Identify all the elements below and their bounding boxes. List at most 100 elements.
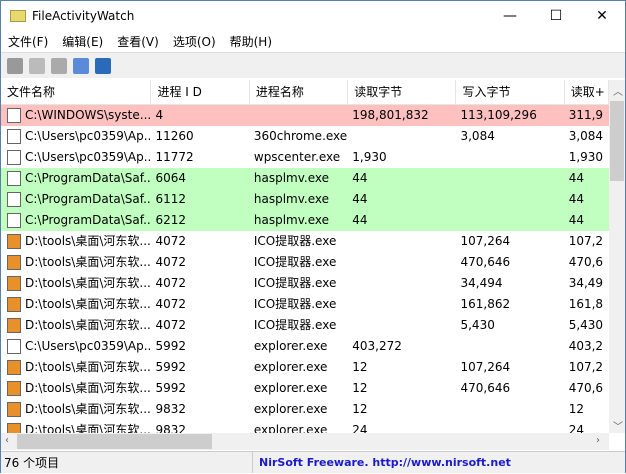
cell-read (348, 231, 456, 252)
table-row[interactable]: D:\tools\桌面\河东软... 4072 ICO提取器.exe 5,430 5,4… (1, 315, 609, 336)
cell-read (348, 315, 456, 336)
scroll-right-icon[interactable]: › (596, 435, 600, 446)
col-pid[interactable]: 进程 I D (151, 80, 250, 104)
table-row[interactable]: D:\tools\桌面\河东软... 4072 ICO提取器.exe 34,494 34… (1, 273, 609, 294)
cell-filename: D:\tools\桌面\河东软... (1, 315, 151, 336)
horizontal-scrollbar[interactable]: ‹ › (1, 433, 609, 450)
scroll-down-icon[interactable]: ﹀ (613, 418, 623, 433)
cell-process-text: ICO提取器.exe (253, 318, 337, 332)
cell-total: 107,2 (565, 357, 609, 378)
col-total[interactable]: 读取+ (565, 80, 609, 104)
properties-icon[interactable] (51, 57, 67, 74)
cell-filename: D:\tools\桌面\河东软... (1, 252, 151, 273)
menu-file[interactable]: 文件(F) (1, 33, 55, 50)
cell-total-text: 107,2 (568, 234, 604, 248)
cell-write-text: 34,494 (460, 276, 503, 290)
save-icon[interactable] (7, 57, 23, 74)
table-row[interactable]: D:\tools\桌面\河东软... 4072 ICO提取器.exe 470,646 4… (1, 252, 609, 273)
cell-write-text: 3,084 (460, 129, 495, 143)
cell-pid: 5992 (151, 378, 249, 399)
file-icon (7, 360, 21, 375)
close-button[interactable]: ✕ (579, 1, 625, 31)
col-read[interactable]: 读取字节 (348, 80, 457, 104)
cell-total-text: 44 (568, 213, 584, 227)
cell-total: 34,49 (565, 273, 609, 294)
table-row[interactable]: C:\ProgramData\Saf... 6064 hasplmv.exe 44 44 (1, 168, 609, 189)
table-row[interactable]: D:\tools\桌面\河东软... 9832 explorer.exe 12 12 (1, 399, 609, 420)
file-icon (7, 234, 21, 249)
table-row[interactable]: C:\Users\pc0359\Ap... 11772 wpscenter.exe 1… (1, 147, 609, 168)
menu-view[interactable]: 查看(V) (110, 33, 166, 50)
nirsoft-link[interactable]: NirSoft Freeware. http://www.nirsoft.net (253, 452, 511, 473)
cell-pid-text: 6112 (155, 192, 187, 206)
cell-filename-text: C:\ProgramData\Saf... (25, 192, 152, 206)
menu-options[interactable]: 选项(O) (166, 33, 223, 50)
cell-total: 44 (565, 210, 609, 231)
cell-filename-text: C:\ProgramData\Saf... (25, 213, 152, 227)
col-write[interactable]: 写入字节 (456, 80, 565, 104)
cell-total-text: 5,430 (568, 318, 604, 332)
file-icon (7, 339, 21, 354)
menu-edit[interactable]: 编辑(E) (55, 33, 110, 50)
minimize-button[interactable]: — (487, 1, 533, 31)
vertical-scrollbar[interactable]: ︿ ﹀ (609, 80, 625, 433)
cell-read: 44 (348, 168, 456, 189)
cell-write: 107,264 (456, 357, 564, 378)
col-process[interactable]: 进程名称 (250, 80, 349, 104)
scroll-left-icon[interactable]: ‹ (5, 435, 9, 446)
file-icon (7, 402, 21, 417)
cell-filename-text: C:\ProgramData\Saf... (25, 171, 152, 185)
cell-total: 44 (565, 168, 609, 189)
table-row[interactable]: C:\ProgramData\Saf... 6212 hasplmv.exe 44 44 (1, 210, 609, 231)
horizontal-scroll-thumb[interactable] (17, 434, 212, 449)
cell-process-text: hasplmv.exe (253, 213, 329, 227)
cell-filename: C:\ProgramData\Saf... (1, 189, 151, 210)
col-filename[interactable]: 文件名称 (1, 80, 152, 104)
cell-pid-text: 5992 (155, 339, 187, 353)
cell-total: 24 (565, 420, 609, 433)
cell-total-text: 3,084 (568, 129, 604, 143)
table-row[interactable]: C:\Users\pc0359\Ap... 11260 360chrome.exe 3… (1, 126, 609, 147)
cell-total: 12 (565, 399, 609, 420)
table-row[interactable]: C:\Users\pc0359\Ap... 5992 explorer.exe 403… (1, 336, 609, 357)
vertical-scroll-thumb[interactable] (610, 101, 624, 181)
cell-process-text: ICO提取器.exe (253, 255, 337, 269)
cell-write (456, 336, 564, 357)
exit-icon[interactable] (95, 57, 111, 74)
cell-read-text: 12 (352, 402, 368, 416)
file-icon (7, 129, 21, 144)
cell-read: 12 (348, 399, 456, 420)
table-row[interactable]: D:\tools\桌面\河东软... 5992 explorer.exe 12 107,… (1, 357, 609, 378)
cell-write: 5,430 (456, 315, 564, 336)
table-row[interactable]: D:\tools\桌面\河东软... 4072 ICO提取器.exe 107,264 1… (1, 231, 609, 252)
table-row[interactable]: D:\tools\桌面\河东软... 5992 explorer.exe 12 470,… (1, 378, 609, 399)
cell-write-text: 113,109,296 (460, 108, 537, 122)
table-row[interactable]: D:\tools\桌面\河东软... 9832 explorer.exe 24 24 (1, 420, 609, 433)
cell-read-text: 403,272 (352, 339, 402, 353)
cell-process: explorer.exe (250, 399, 348, 420)
maximize-button[interactable]: ☐ (533, 1, 579, 31)
cell-read-text: 12 (352, 381, 368, 395)
cell-total: 44 (565, 189, 609, 210)
cell-pid-text: 4072 (155, 297, 187, 311)
cell-filename: D:\tools\桌面\河东软... (1, 399, 151, 420)
cell-process-text: ICO提取器.exe (253, 297, 337, 311)
table-row[interactable]: C:\WINDOWS\syste... 4 198,801,832 113,109,2… (1, 105, 609, 126)
cell-process (250, 105, 348, 126)
cell-write: 34,494 (456, 273, 564, 294)
cell-pid-text: 4072 (155, 234, 187, 248)
cell-filename: D:\tools\桌面\河东软... (1, 378, 151, 399)
menu-help[interactable]: 帮助(H) (223, 33, 279, 50)
cell-process: explorer.exe (250, 378, 348, 399)
cell-pid: 11772 (151, 147, 249, 168)
cell-filename-text: D:\tools\桌面\河东软... (25, 381, 151, 395)
cell-pid: 9832 (151, 420, 249, 433)
table-row[interactable]: D:\tools\桌面\河东软... 4072 ICO提取器.exe 161,862 1… (1, 294, 609, 315)
file-icon (7, 318, 21, 333)
copy-icon[interactable] (29, 57, 45, 74)
table-row[interactable]: C:\ProgramData\Saf... 6112 hasplmv.exe 44 44 (1, 189, 609, 210)
html-report-icon[interactable] (73, 57, 89, 74)
file-icon (7, 150, 21, 165)
cell-read (348, 294, 456, 315)
scroll-up-icon[interactable]: ︿ (613, 83, 623, 98)
